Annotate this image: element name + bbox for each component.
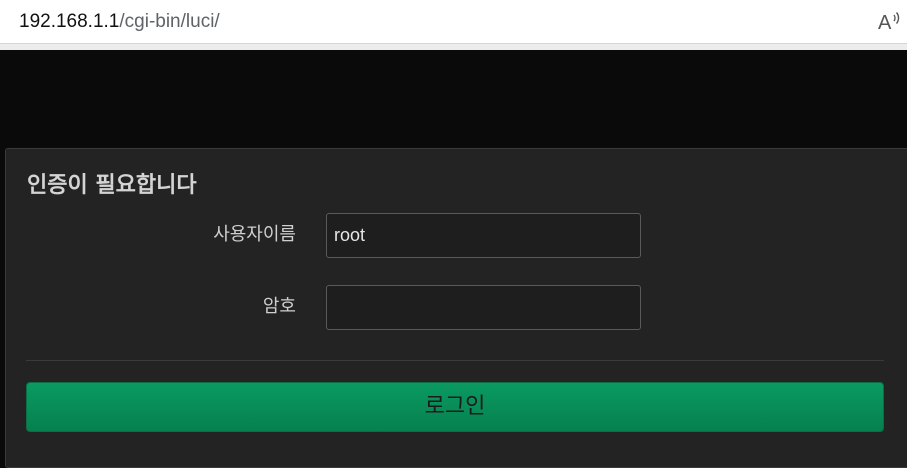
- username-label: 사용자이름: [213, 224, 296, 245]
- svg-text:A: A: [878, 12, 892, 34]
- read-aloud-icon[interactable]: A: [877, 8, 903, 34]
- browser-address-bar[interactable]: 192.168.1.1/cgi-bin/luci/ A: [0, 0, 907, 44]
- login-panel: 인증이 필요합니다 사용자이름 암호 로그인: [5, 148, 907, 468]
- form-divider: [26, 360, 884, 361]
- panel-title: 인증이 필요합니다: [27, 173, 197, 198]
- url-text[interactable]: 192.168.1.1/cgi-bin/luci/: [19, 10, 220, 34]
- password-input[interactable]: [326, 285, 641, 330]
- toolbar-separator: [0, 44, 907, 50]
- url-host: 192.168.1.1: [19, 11, 120, 32]
- username-input[interactable]: [326, 213, 641, 258]
- url-path: /cgi-bin/luci/: [119, 11, 220, 32]
- login-button[interactable]: 로그인: [26, 382, 884, 432]
- password-label: 암호: [262, 296, 296, 317]
